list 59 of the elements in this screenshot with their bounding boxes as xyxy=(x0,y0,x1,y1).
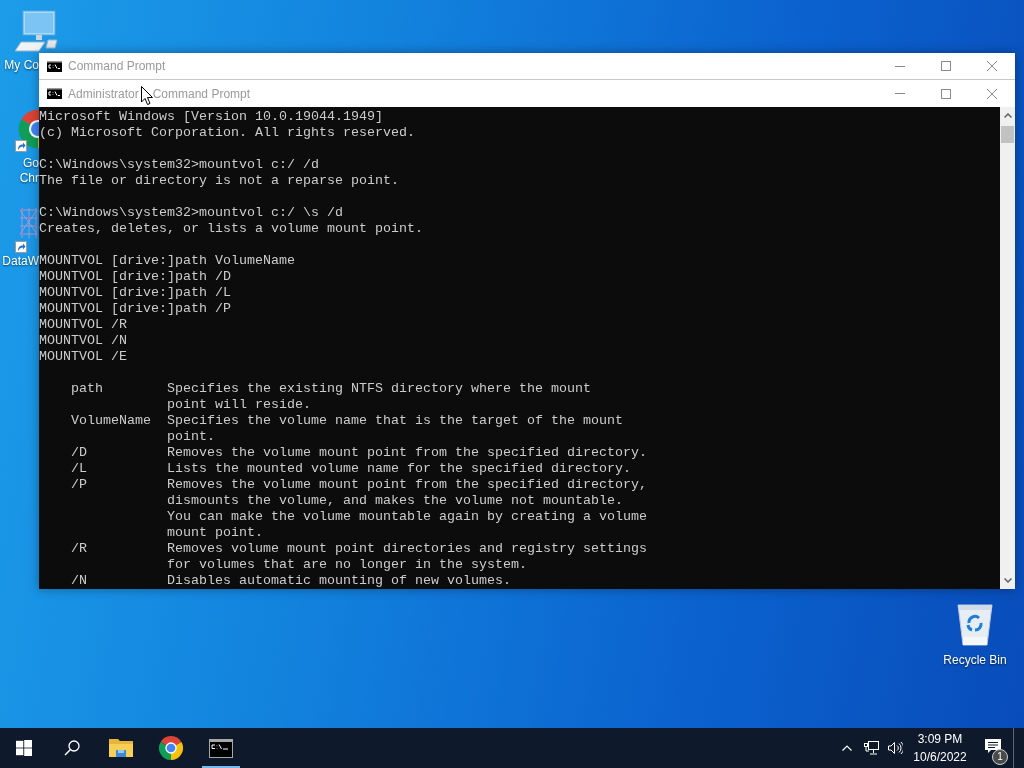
console-line: Creates, deletes, or lists a volume mount point. xyxy=(39,221,423,237)
option-description: Lists the mounted volume name for the specified directory. xyxy=(167,461,631,477)
window-title: Command Prompt xyxy=(152,86,251,101)
console-line: MOUNTVOL /N xyxy=(39,333,127,349)
search-icon xyxy=(64,740,80,756)
notifications-button[interactable]: 1 xyxy=(973,728,1013,768)
console-line: Microsoft Windows [Version 10.0.19044.1949] xyxy=(39,109,383,125)
close-icon xyxy=(987,88,997,99)
option-description: Removes the volume mount point from the specified directory. xyxy=(167,445,647,461)
console-line: (c) Microsoft Corporation. All rights reserved. xyxy=(39,125,415,141)
console-line: MOUNTVOL /R xyxy=(39,317,127,333)
terminal-icon xyxy=(47,88,62,99)
computer-icon[interactable] xyxy=(15,10,60,52)
recycle-bin-label[interactable]: Recycle Bin xyxy=(943,653,1007,668)
chevron-up-icon xyxy=(1003,113,1012,118)
notification-count-badge: 1 xyxy=(992,749,1008,765)
option-description: Removes volume mount point directories and registry settings for volumes that are no longer in the system. xyxy=(167,541,647,573)
windows-logo-icon xyxy=(16,740,32,756)
notification-icon xyxy=(985,738,1001,754)
console-line: MOUNTVOL [drive:]path /P xyxy=(39,301,231,317)
minimize-icon xyxy=(895,65,905,67)
maximize-icon xyxy=(941,61,951,71)
option-name: path xyxy=(71,381,103,396)
network-icon xyxy=(863,741,879,755)
option-description: Removes the volume mount point from the specified directory, dismounts the volume, and makes the volume not mountable. You can make the volume mountable again by creating a volume mount point. xyxy=(167,477,647,541)
console-line: The file or directory is not a reparse point. xyxy=(39,173,399,189)
window-title: Administrator xyxy=(68,86,139,101)
option-name: /N xyxy=(71,573,87,588)
shortcut-arrow-icon xyxy=(15,140,27,152)
option-name: VolumeName xyxy=(71,413,151,428)
window-title: Command Prompt xyxy=(68,59,166,73)
maximize-icon xyxy=(941,88,951,99)
volume-icon xyxy=(887,741,903,755)
option-description: Specifies the volume name that is the target of the mount point. xyxy=(167,413,623,445)
scrollbar[interactable] xyxy=(1000,107,1015,589)
console-line: C:\Windows\system32>mountvol c:/ \s /d xyxy=(39,205,343,221)
recycle-bin-icon[interactable] xyxy=(955,601,995,647)
close-icon xyxy=(987,61,997,71)
option-name: /P xyxy=(71,477,87,492)
console-line: MOUNTVOL [drive:]path /D xyxy=(39,269,231,285)
chevron-down-icon xyxy=(1003,578,1012,583)
chevron-up-icon xyxy=(842,745,852,751)
option-name: /D xyxy=(71,445,87,460)
console-line: C:\Windows\system32>mountvol c:/ /d xyxy=(39,157,319,173)
option-name: /L xyxy=(71,461,87,476)
console-line: MOUNTVOL [drive:]path VolumeName xyxy=(39,253,295,269)
terminal-icon xyxy=(209,738,233,758)
clock-button[interactable]: 3:09 PM 10/6/2022 xyxy=(907,728,973,768)
option-name: /R xyxy=(71,541,87,556)
shortcut-arrow-icon xyxy=(15,241,27,253)
option-description: Disables automatic mounting of new volumes. xyxy=(167,573,511,589)
browser-icon xyxy=(159,736,183,760)
option-description: Specifies the existing NTFS directory where the mount point will reside. xyxy=(167,381,591,413)
console-line: MOUNTVOL /E xyxy=(39,349,127,365)
scrollbar-thumb[interactable] xyxy=(1001,126,1014,143)
terminal-icon xyxy=(47,60,62,72)
console-line: MOUNTVOL [drive:]path /L xyxy=(39,285,231,301)
minimize-icon xyxy=(895,93,905,94)
folder-icon xyxy=(109,738,133,758)
